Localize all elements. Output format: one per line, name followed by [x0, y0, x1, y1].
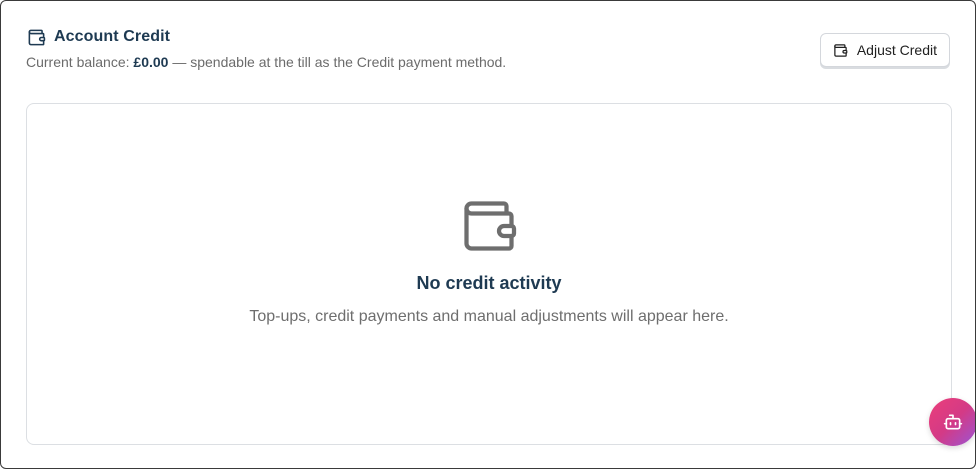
title-row: Account Credit	[26, 27, 950, 47]
balance-prefix: Current balance:	[26, 54, 134, 70]
balance-line: Current balance: £0.00 — spendable at th…	[26, 54, 950, 70]
empty-state: No credit activity Top-ups, credit payme…	[27, 196, 951, 326]
assistant-button[interactable]	[929, 398, 975, 446]
balance-amount: £0.00	[133, 54, 169, 70]
credit-activity-panel: No credit activity Top-ups, credit payme…	[26, 103, 952, 445]
page-title: Account Credit	[54, 28, 171, 45]
wallet-icon	[26, 27, 46, 47]
account-credit-card: Account Credit Current balance: £0.00 — …	[0, 0, 976, 469]
adjust-credit-label: Adjust Credit	[856, 42, 937, 58]
adjust-credit-button[interactable]: Adjust Credit	[819, 33, 950, 67]
bot-icon	[943, 412, 963, 432]
wallet-icon	[833, 42, 849, 58]
empty-state-description: Top-ups, credit payments and manual adju…	[249, 308, 729, 325]
wallet-icon	[459, 196, 519, 256]
balance-suffix: — spendable at the till as the Credit pa…	[168, 54, 507, 70]
empty-state-title: No credit activity	[416, 273, 562, 293]
credit-header: Account Credit Current balance: £0.00 — …	[26, 27, 950, 77]
